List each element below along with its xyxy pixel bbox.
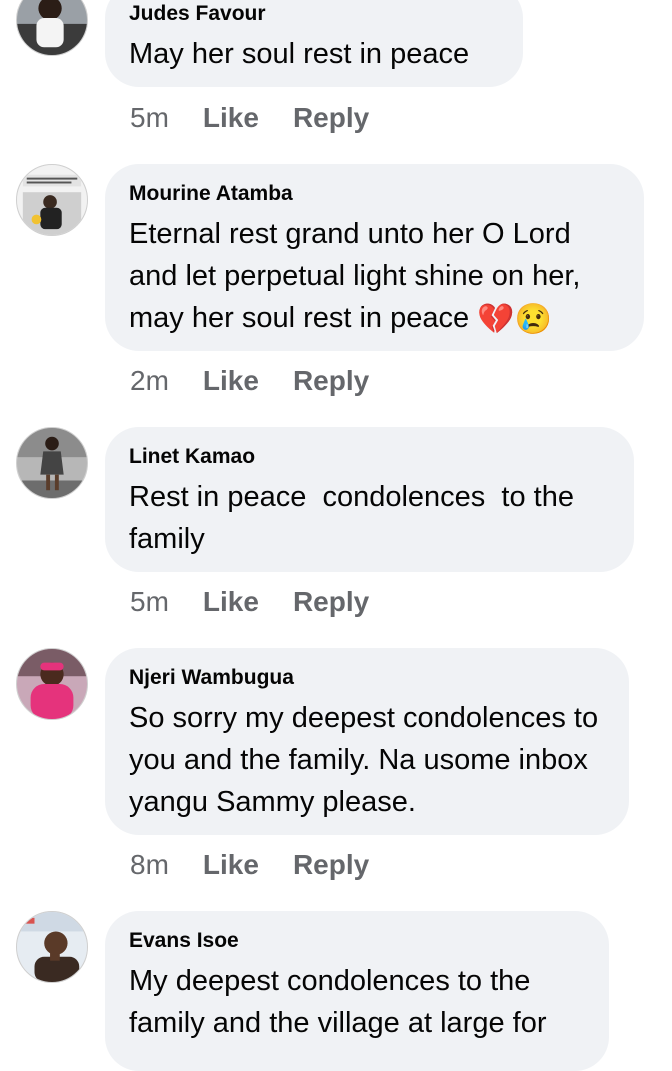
comment-actions: 8m Like Reply bbox=[130, 849, 369, 881]
avatar[interactable] bbox=[16, 0, 88, 56]
comment-time[interactable]: 2m bbox=[130, 365, 169, 397]
comment-time[interactable]: 5m bbox=[130, 102, 169, 134]
comment-text: Eternal rest grand unto her O Lord and l… bbox=[129, 218, 581, 336]
avatar[interactable] bbox=[16, 427, 88, 499]
reply-button[interactable]: Reply bbox=[293, 102, 369, 134]
like-button[interactable]: Like bbox=[203, 849, 259, 881]
comment-bubble: Njeri Wambugua So sorry my deepest condo… bbox=[105, 648, 629, 835]
comment-author[interactable]: Evans Isoe bbox=[129, 928, 585, 954]
comment-bubble: Mourine Atamba Eternal rest grand unto h… bbox=[105, 164, 644, 351]
crying-face-emoji: 😢 bbox=[514, 303, 552, 336]
like-button[interactable]: Like bbox=[203, 586, 259, 618]
comment-bubble: Judes Favour May her soul rest in peace bbox=[105, 0, 523, 87]
comment-text: Rest in peace condolences to the family bbox=[129, 481, 583, 555]
avatar[interactable] bbox=[16, 911, 88, 983]
comment-author[interactable]: Njeri Wambugua bbox=[129, 665, 605, 691]
comment-time[interactable]: 5m bbox=[130, 586, 169, 618]
like-button[interactable]: Like bbox=[203, 365, 259, 397]
comment-bubble: Linet Kamao Rest in peace condolences to… bbox=[105, 427, 634, 572]
comment-author[interactable]: Mourine Atamba bbox=[129, 181, 620, 207]
comment-author[interactable]: Judes Favour bbox=[129, 1, 499, 27]
avatar[interactable] bbox=[16, 164, 88, 236]
comment-actions: 5m Like Reply bbox=[130, 586, 369, 618]
comment-time[interactable]: 8m bbox=[130, 849, 169, 881]
comment-text: May her soul rest in peace bbox=[129, 38, 470, 70]
broken-heart-emoji: 💔 bbox=[477, 303, 515, 336]
comment-actions: 5m Like Reply bbox=[130, 102, 369, 134]
comment-text: My deepest condolences to the family and… bbox=[129, 965, 547, 1039]
avatar[interactable] bbox=[16, 648, 88, 720]
reply-button[interactable]: Reply bbox=[293, 849, 369, 881]
comment-author[interactable]: Linet Kamao bbox=[129, 444, 610, 470]
reply-button[interactable]: Reply bbox=[293, 365, 369, 397]
like-button[interactable]: Like bbox=[203, 102, 259, 134]
comment-bubble: Evans Isoe My deepest condolences to the… bbox=[105, 911, 609, 1071]
comment-text: So sorry my deepest condolences to you a… bbox=[129, 702, 599, 818]
reply-button[interactable]: Reply bbox=[293, 586, 369, 618]
comment-actions: 2m Like Reply bbox=[130, 365, 369, 397]
